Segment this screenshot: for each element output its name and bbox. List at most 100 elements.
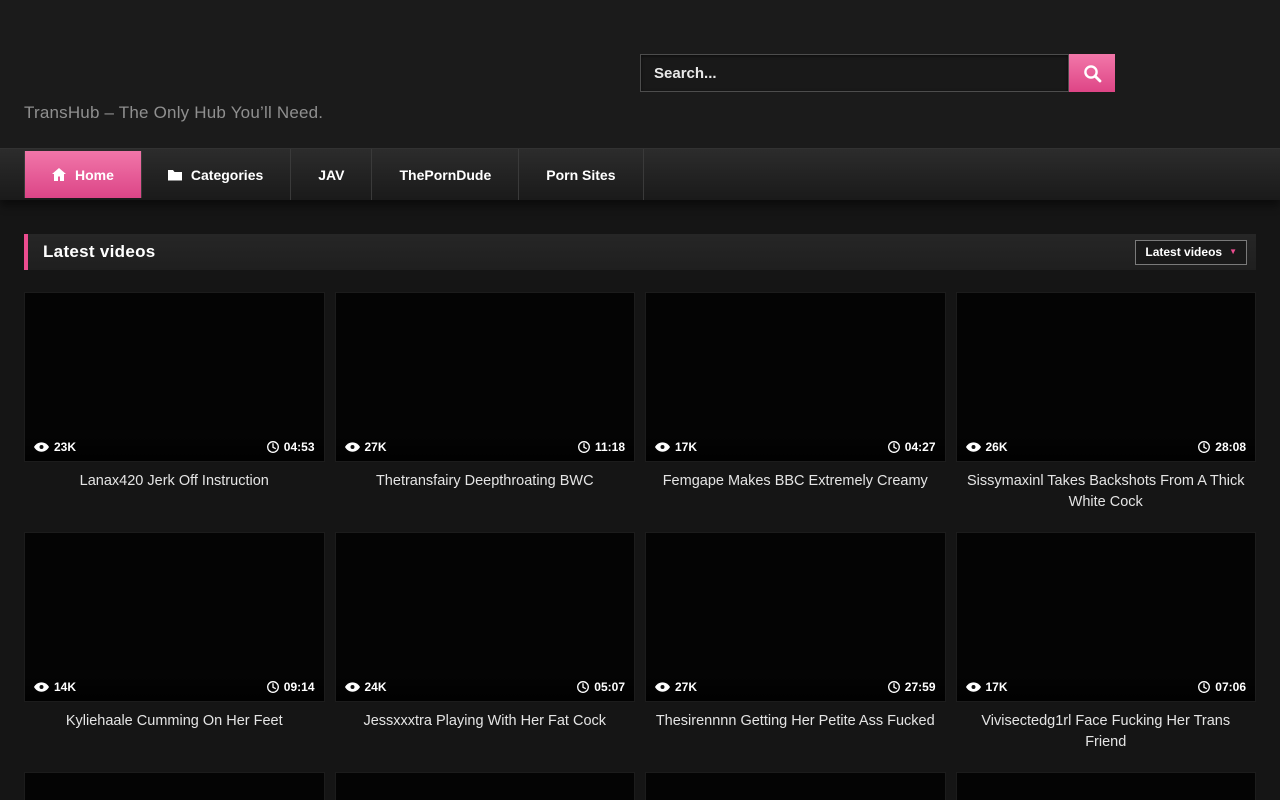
video-card: 27K 27:59 Thesirennnn Getting Her Petite… [645,532,946,772]
view-count: 14K [34,680,76,694]
video-thumbnail[interactable] [645,772,946,800]
eye-icon [34,682,49,692]
video-thumbnail[interactable]: 27K 11:18 [335,292,636,462]
view-count-text: 14K [54,680,76,694]
video-thumbnail[interactable] [24,772,325,800]
clock-icon [577,681,589,693]
view-count-text: 27K [365,440,387,454]
video-thumbnail[interactable] [956,772,1257,800]
view-count-text: 17K [675,440,697,454]
video-thumbnail[interactable]: 17K 07:06 [956,532,1257,702]
view-count-text: 27K [675,680,697,694]
video-duration-text: 11:18 [595,440,625,454]
video-duration: 07:06 [1198,680,1246,694]
section-header: Latest videos Latest videos ▼ [24,234,1256,270]
video-meta: 27K 11:18 [336,434,635,461]
nav-item-label: ThePornDude [399,167,491,183]
view-count: 17K [966,680,1008,694]
eye-icon [966,442,981,452]
video-info: Femgape Makes BBC Extremely Creamy [645,462,946,532]
video-info: Sissymaxinl Takes Backshots From A Thick… [956,462,1257,532]
video-info: Thetransfairy Deepthroating BWC [335,462,636,532]
video-title[interactable]: Thesirennnn Getting Her Petite Ass Fucke… [656,711,935,732]
nav-item-home[interactable]: Home [25,151,141,198]
nav-item-label: Home [75,167,114,183]
clock-icon [1198,681,1210,693]
view-count-text: 23K [54,440,76,454]
video-info: Thesirennnn Getting Her Petite Ass Fucke… [645,702,946,772]
video-duration-text: 04:27 [905,440,936,454]
video-card [24,772,325,800]
video-title[interactable]: Thetransfairy Deepthroating BWC [376,471,594,492]
eye-icon [655,442,670,452]
video-meta: 17K 04:27 [646,434,945,461]
nav-item-label: Categories [191,167,263,183]
video-thumbnail[interactable]: 14K 09:14 [24,532,325,702]
view-count: 27K [345,440,387,454]
video-meta: 24K 05:07 [336,674,635,701]
clock-icon [888,681,900,693]
nav-item-label: JAV [318,167,344,183]
video-meta: 23K 04:53 [25,434,324,461]
site-tagline: TransHub – The Only Hub You’ll Need. [24,103,323,123]
video-duration: 28:08 [1198,440,1246,454]
video-card: 26K 28:08 Sissymaxinl Takes Backshots Fr… [956,292,1257,532]
search-input[interactable] [640,54,1069,92]
view-count-text: 26K [986,440,1008,454]
video-title[interactable]: Femgape Makes BBC Extremely Creamy [663,471,928,492]
video-thumbnail[interactable]: 17K 04:27 [645,292,946,462]
eye-icon [655,682,670,692]
video-title[interactable]: Kyliehaale Cumming On Her Feet [66,711,283,732]
video-duration: 04:53 [267,440,315,454]
video-duration: 09:14 [267,680,315,694]
video-title[interactable]: Vivisectedg1rl Face Fucking Her Trans Fr… [962,711,1251,753]
eye-icon [966,682,981,692]
video-card [645,772,946,800]
view-count-text: 24K [365,680,387,694]
folder-icon [168,169,182,181]
home-icon [52,168,66,181]
view-count: 23K [34,440,76,454]
video-info: Lanax420 Jerk Off Instruction [24,462,325,532]
video-card: 17K 04:27 Femgape Makes BBC Extremely Cr… [645,292,946,532]
sort-dropdown-label: Latest videos [1145,245,1222,259]
sort-dropdown-button[interactable]: Latest videos ▼ [1135,240,1247,265]
eye-icon [345,442,360,452]
view-count-text: 17K [986,680,1008,694]
video-duration-text: 27:59 [905,680,936,694]
video-thumbnail[interactable]: 23K 04:53 [24,292,325,462]
clock-icon [888,441,900,453]
nav-item-categories[interactable]: Categories [141,149,291,200]
clock-icon [578,441,590,453]
video-meta: 26K 28:08 [957,434,1256,461]
clock-icon [267,681,279,693]
video-meta: 14K 09:14 [25,674,324,701]
video-thumbnail[interactable] [335,772,636,800]
view-count: 26K [966,440,1008,454]
clock-icon [267,441,279,453]
video-thumbnail[interactable]: 27K 27:59 [645,532,946,702]
video-thumbnail[interactable]: 24K 05:07 [335,532,636,702]
video-title[interactable]: Lanax420 Jerk Off Instruction [80,471,269,492]
clock-icon [1198,441,1210,453]
eye-icon [34,442,49,452]
video-duration-text: 05:07 [594,680,625,694]
nav-item-porn-sites[interactable]: Porn Sites [519,149,643,200]
video-meta: 27K 27:59 [646,674,945,701]
video-card: 14K 09:14 Kyliehaale Cumming On Her Feet [24,532,325,772]
video-thumbnail[interactable]: 26K 28:08 [956,292,1257,462]
video-card: 24K 05:07 Jessxxxtra Playing With Her Fa… [335,532,636,772]
eye-icon [345,682,360,692]
search-button[interactable] [1069,54,1115,92]
search-icon [1083,64,1102,83]
video-title[interactable]: Jessxxxtra Playing With Her Fat Cock [363,711,606,732]
video-duration-text: 09:14 [284,680,315,694]
video-title[interactable]: Sissymaxinl Takes Backshots From A Thick… [962,471,1251,513]
video-duration: 04:27 [888,440,936,454]
video-duration: 05:07 [577,680,625,694]
nav-item-theporndude[interactable]: ThePornDude [372,149,519,200]
nav-item-jav[interactable]: JAV [291,149,372,200]
video-duration-text: 07:06 [1215,680,1246,694]
video-card: 27K 11:18 Thetransfairy Deepthroating BW… [335,292,636,532]
video-card: 17K 07:06 Vivisectedg1rl Face Fucking He… [956,532,1257,772]
